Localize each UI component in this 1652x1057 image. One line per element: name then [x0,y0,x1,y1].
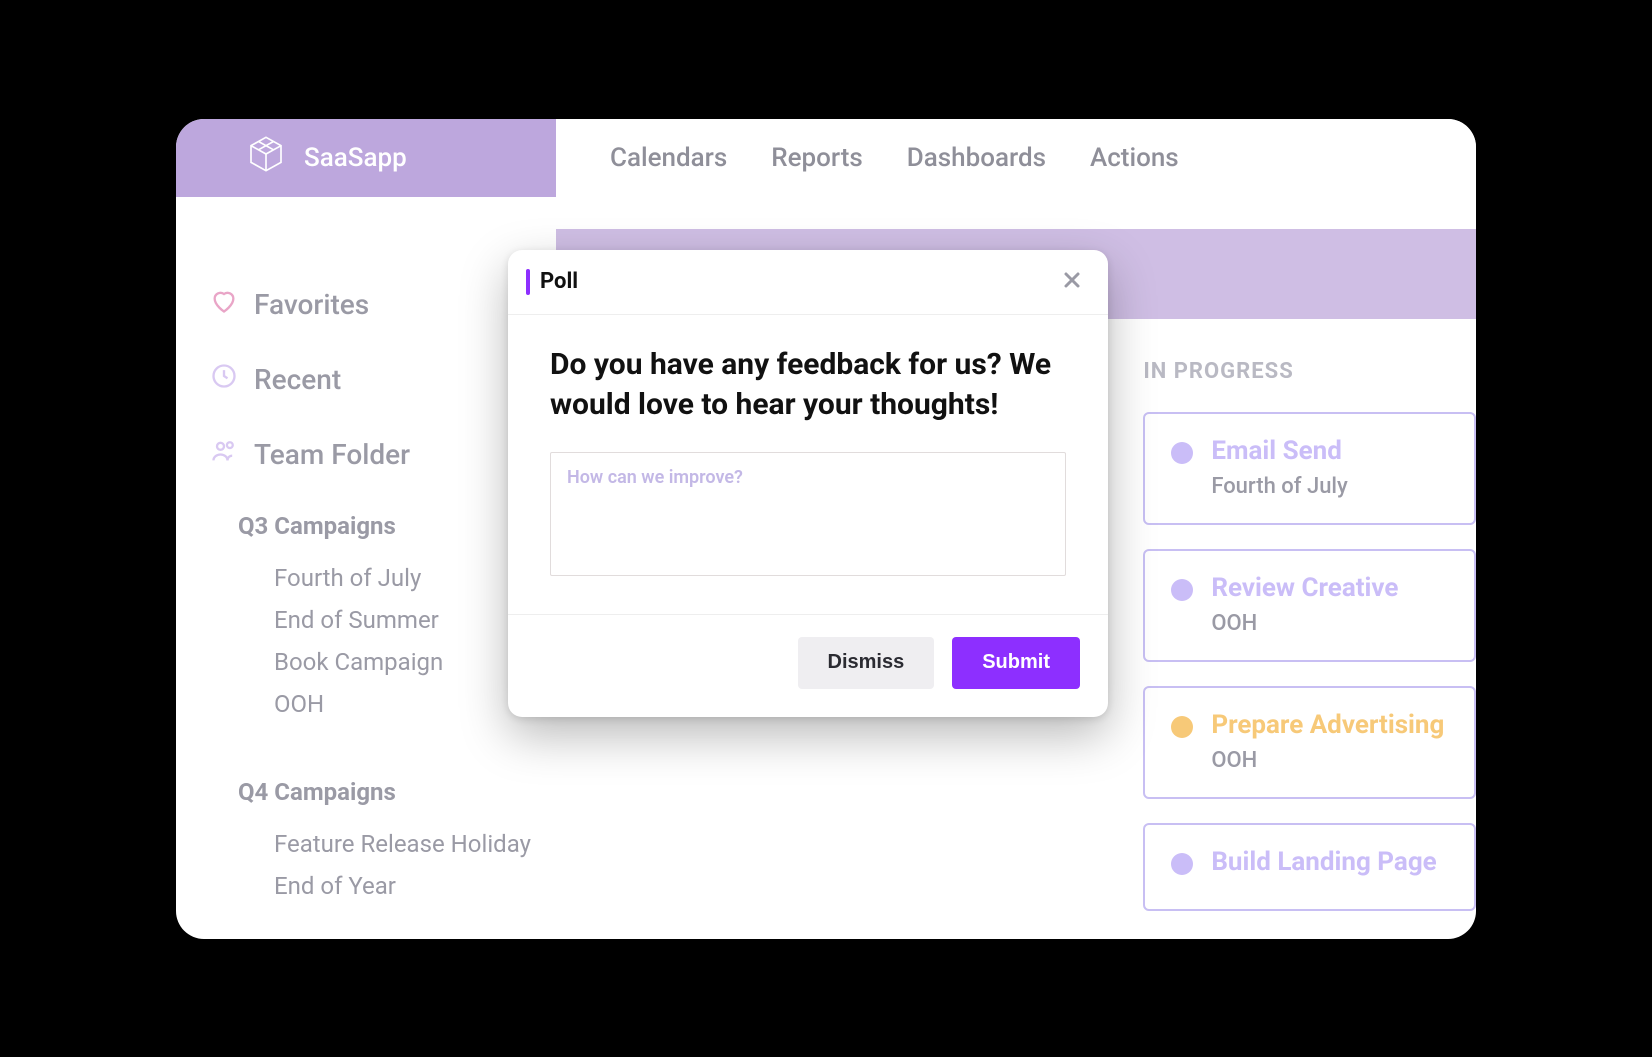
sidebar-item-label: Team Folder [254,438,410,471]
card-subtitle: Fourth of July [1211,474,1448,499]
nav-calendars[interactable]: Calendars [610,143,727,173]
sidebar-item-recent[interactable]: Recent [210,362,556,397]
card-subtitle: OOH [1211,748,1448,773]
accent-bar-icon [526,269,530,295]
poll-question: Do you have any feedback for us? We woul… [550,345,1066,426]
card-title: Prepare Advertising [1211,710,1448,740]
status-dot-icon [1171,853,1193,875]
brand-name: SaaSapp [304,143,407,173]
sidebar-item-favorites[interactable]: Favorites [210,287,556,322]
folder-item[interactable]: End of Year [274,872,556,900]
column-heading: IN PROGRESS [1143,359,1476,384]
sidebar-item-team[interactable]: Team Folder [210,437,556,472]
modal-body: Do you have any feedback for us? We woul… [508,315,1108,614]
poll-modal: Poll Do you have any feedback for us? We… [508,250,1108,717]
kanban-column-in-progress: IN PROGRESS Email Send Fourth of July Re… [1143,359,1476,935]
modal-title-text: Poll [540,269,578,294]
top-nav: Calendars Reports Dashboards Actions [556,119,1476,197]
card-subtitle: OOH [1211,611,1448,636]
topbar: SaaSapp Calendars Reports Dashboards Act… [176,119,1476,197]
folder-heading-q4[interactable]: Q4 Campaigns [238,778,556,806]
folder-q4-items: Feature Release Holiday End of Year [274,830,556,900]
nav-dashboards[interactable]: Dashboards [907,143,1046,173]
kanban-card[interactable]: Build Landing Page [1143,823,1476,911]
heart-icon [210,287,238,322]
nav-actions[interactable]: Actions [1090,143,1179,173]
modal-title: Poll [526,269,578,295]
submit-button[interactable]: Submit [952,637,1080,689]
feedback-textarea[interactable] [550,452,1066,576]
sidebar-item-label: Favorites [254,288,369,321]
modal-header: Poll [508,250,1108,314]
kanban-card[interactable]: Review Creative OOH [1143,549,1476,662]
brand: SaaSapp [176,119,556,197]
folder-item[interactable]: Feature Release Holiday [274,830,556,858]
status-dot-icon [1171,442,1193,464]
card-title: Review Creative [1211,573,1448,603]
modal-footer: Dismiss Submit [508,614,1108,717]
dismiss-button[interactable]: Dismiss [798,637,935,689]
logo-icon [246,134,286,181]
sidebar-item-label: Recent [254,363,341,396]
close-icon[interactable] [1060,268,1084,296]
status-dot-icon [1171,716,1193,738]
card-title: Build Landing Page [1211,847,1448,877]
sidebar: Favorites Recent Team Folder Q3 Campaign… [176,197,556,939]
team-icon [210,437,238,472]
kanban-card[interactable]: Prepare Advertising OOH [1143,686,1476,799]
clock-icon [210,362,238,397]
status-dot-icon [1171,579,1193,601]
card-title: Email Send [1211,436,1448,466]
nav-reports[interactable]: Reports [771,143,863,173]
kanban-card[interactable]: Email Send Fourth of July [1143,412,1476,525]
